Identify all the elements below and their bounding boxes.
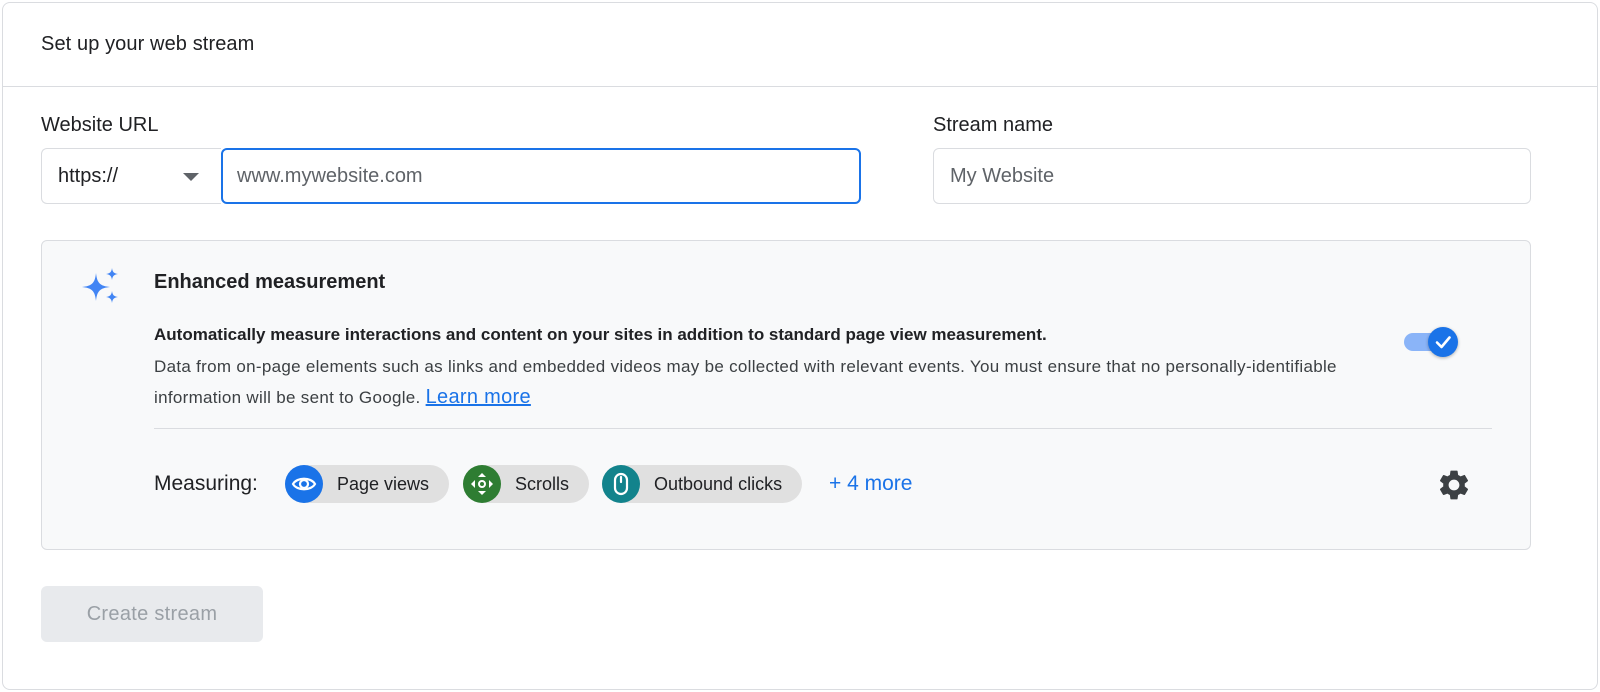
sparkle-icon <box>82 268 118 303</box>
gear-icon[interactable] <box>1436 467 1472 503</box>
website-url-input[interactable] <box>221 148 861 204</box>
protocol-select[interactable]: https:// <box>41 148 221 204</box>
chevron-down-icon <box>183 173 199 181</box>
protocol-value: https:// <box>58 164 119 187</box>
enhanced-measurement-description: Data from on-page elements such as links… <box>154 351 1379 413</box>
website-url-label: Website URL <box>41 114 159 136</box>
card-title: Set up your web stream <box>41 33 255 55</box>
more-events-link[interactable]: + 4 more <box>829 472 912 496</box>
chip-scrolls[interactable]: Scrolls <box>463 465 590 503</box>
eye-icon <box>285 465 323 503</box>
chip-label: Outbound clicks <box>654 473 783 494</box>
enhanced-measurement-title: Enhanced measurement <box>154 271 386 293</box>
scroll-arrows-icon <box>463 465 501 503</box>
mouse-icon <box>602 465 640 503</box>
chip-outbound-clicks[interactable]: Outbound clicks <box>602 465 803 503</box>
card-header: Set up your web stream <box>3 3 1597 87</box>
chip-label: Scrolls <box>515 473 570 494</box>
measuring-label: Measuring: <box>154 472 258 495</box>
learn-more-link[interactable]: Learn more <box>426 386 531 408</box>
checkmark-icon <box>1435 336 1451 349</box>
chip-page-views[interactable]: Page views <box>285 465 450 503</box>
web-stream-card: Set up your web stream Website URL https… <box>2 2 1598 690</box>
toggle-knob <box>1428 327 1458 357</box>
enhanced-measurement-summary: Automatically measure interactions and c… <box>154 325 1047 344</box>
stream-name-label: Stream name <box>933 114 1054 136</box>
panel-divider <box>154 428 1492 429</box>
enhanced-measurement-toggle[interactable] <box>1402 325 1462 359</box>
description-text: Data from on-page elements such as links… <box>154 357 1337 407</box>
create-stream-button[interactable]: Create stream <box>41 586 263 642</box>
stream-name-input[interactable] <box>933 148 1531 204</box>
chip-label: Page views <box>337 473 430 494</box>
enhanced-measurement-panel: Enhanced measurement Automatically measu… <box>41 240 1531 550</box>
